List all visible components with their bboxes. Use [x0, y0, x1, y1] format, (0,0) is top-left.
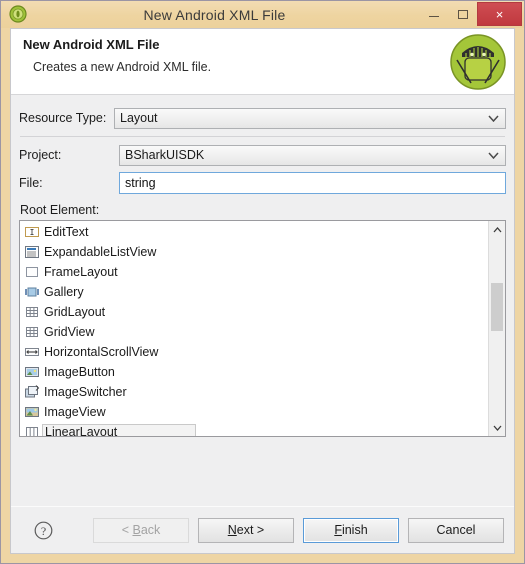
chevron-up-icon: [493, 226, 501, 232]
list-item[interactable]: LinearLayout: [20, 422, 488, 436]
list-item-label: LinearLayout: [42, 424, 197, 436]
chevron-down-icon: [488, 111, 499, 125]
maximize-icon: [457, 9, 468, 19]
imagebutton-icon: [24, 364, 40, 380]
list-item-label: Gallery: [44, 285, 84, 299]
list-item-label: GridView: [44, 325, 95, 339]
minimize-button[interactable]: [419, 2, 448, 26]
finish-button-label: Finish: [334, 523, 368, 537]
list-item-label: ImageButton: [44, 365, 115, 379]
close-icon: ×: [495, 6, 504, 22]
footer-buttons: < Back Next > Finish Cancel: [93, 517, 504, 543]
list-item-label: FrameLayout: [44, 265, 118, 279]
scroll-down-button[interactable]: [489, 419, 505, 436]
list-item[interactable]: GridLayout: [20, 302, 488, 322]
scroll-track[interactable]: [489, 238, 505, 419]
back-button-label: < Back: [121, 523, 161, 537]
file-input[interactable]: string: [119, 172, 506, 194]
list-item[interactable]: FrameLayout: [20, 262, 488, 282]
root-element-label: Root Element:: [20, 203, 100, 217]
gallery-icon: [24, 284, 40, 300]
project-label: Project:: [19, 148, 62, 162]
list-item[interactable]: GridView: [20, 322, 488, 342]
next-button[interactable]: Next >: [198, 517, 294, 543]
resource-type-label: Resource Type:: [19, 111, 107, 125]
next-button-label: Next >: [227, 523, 265, 537]
window-controls: ×: [419, 2, 522, 26]
list-item-label: ExpandableListView: [44, 245, 157, 259]
gridview-icon: [24, 324, 40, 340]
svg-text:?: ?: [41, 524, 46, 538]
android-green-circle-icon: [9, 5, 27, 23]
dialog-content: New Android XML File Creates a new Andro…: [10, 28, 515, 554]
scroll-thumb[interactable]: [491, 283, 503, 331]
content-filler: [11, 437, 514, 506]
framelayout-icon: [24, 264, 40, 280]
minimize-icon: [428, 16, 439, 17]
imageview-icon: [24, 404, 40, 420]
scroll-up-button[interactable]: [489, 221, 505, 238]
list-item[interactable]: EditText: [20, 222, 488, 242]
imageswitcher-icon: [24, 384, 40, 400]
file-row: File: string: [19, 169, 506, 197]
list-item[interactable]: HorizontalScrollView: [20, 342, 488, 362]
file-label: File:: [19, 176, 43, 190]
list-item-label: EditText: [44, 225, 89, 239]
list-item[interactable]: ExpandableListView: [20, 242, 488, 262]
page-title: New Android XML File: [23, 37, 160, 52]
list-scrollbar[interactable]: [488, 221, 505, 436]
back-button: < Back: [93, 517, 189, 543]
root-element-list-body: EditText ExpandableListView FrameLayout Gal…: [20, 221, 488, 436]
chevron-down-icon: [488, 148, 499, 162]
linearlayout-icon: [24, 424, 40, 436]
dialog-footer: ? < Back Next > Finish Cancel: [11, 507, 514, 553]
expandablelistview-icon: [24, 244, 40, 260]
list-item-label: ImageView: [44, 405, 106, 419]
page-description: Creates a new Android XML file.: [33, 60, 212, 74]
list-item-label: ImageSwitcher: [44, 385, 127, 399]
list-item[interactable]: ImageSwitcher: [20, 382, 488, 402]
resource-type-row: Resource Type: Layout: [19, 104, 506, 132]
help-question-icon[interactable]: ?: [34, 521, 53, 540]
list-item[interactable]: Gallery: [20, 282, 488, 302]
resource-type-value: Layout: [120, 111, 158, 125]
horizontalscrollview-icon: [24, 344, 40, 360]
cancel-button[interactable]: Cancel: [408, 517, 504, 543]
edittext-icon: [24, 224, 40, 240]
resource-type-combo[interactable]: Layout: [114, 107, 506, 129]
finish-button[interactable]: Finish: [303, 517, 399, 543]
project-row: Project: BSharkUISDK: [19, 141, 506, 169]
list-item-label: GridLayout: [44, 305, 106, 319]
form-divider: [20, 136, 505, 137]
title-bar[interactable]: New Android XML File ×: [1, 1, 524, 28]
wizard-banner: New Android XML File Creates a new Andro…: [11, 29, 514, 95]
gridlayout-icon: [24, 304, 40, 320]
close-button[interactable]: ×: [477, 2, 522, 26]
maximize-button[interactable]: [448, 2, 477, 26]
project-combo[interactable]: BSharkUISDK: [119, 144, 506, 166]
android-robot-icon: [449, 33, 507, 91]
dialog-window: New Android XML File × New Android XML F…: [0, 0, 525, 564]
form-area: Resource Type: Layout Project: BSharkUIS…: [11, 95, 514, 197]
chevron-down-icon: [493, 425, 501, 431]
root-element-list[interactable]: EditText ExpandableListView FrameLayout Gal…: [19, 220, 506, 437]
cancel-button-label: Cancel: [436, 523, 476, 537]
list-item[interactable]: ImageButton: [20, 362, 488, 382]
list-item-label: HorizontalScrollView: [44, 345, 159, 359]
list-item[interactable]: ImageView: [20, 402, 488, 422]
project-value: BSharkUISDK: [125, 148, 205, 162]
